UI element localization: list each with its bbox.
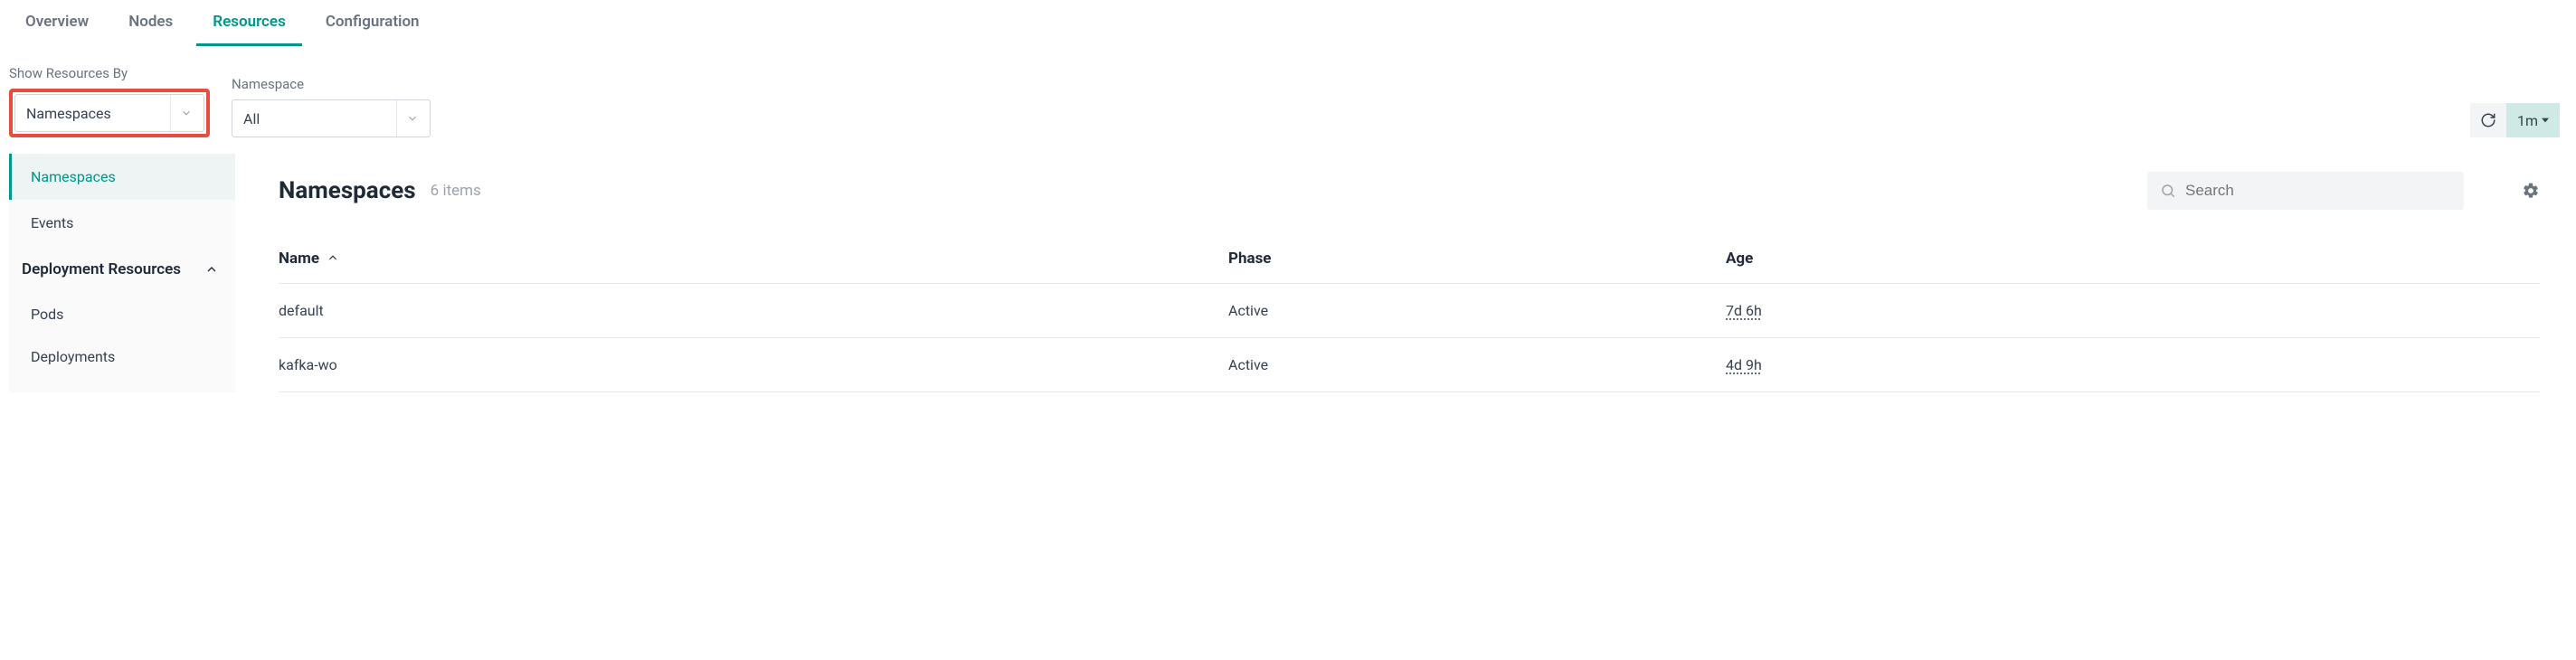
cell-phase: Active bbox=[1228, 337, 1726, 391]
cell-name: default bbox=[279, 283, 1228, 337]
highlight-box: Namespaces bbox=[9, 89, 210, 137]
main-area: Namespaces Events Deployment Resources P… bbox=[0, 154, 2576, 392]
tab-resources[interactable]: Resources bbox=[196, 0, 302, 46]
show-by-value: Namespaces bbox=[26, 105, 111, 122]
settings-button[interactable] bbox=[2522, 182, 2540, 200]
namespace-select[interactable]: All bbox=[232, 99, 431, 137]
sidebar-item-events[interactable]: Events bbox=[9, 200, 235, 246]
search-icon bbox=[2160, 183, 2176, 199]
sidebar: Namespaces Events Deployment Resources P… bbox=[9, 154, 235, 392]
column-header-phase[interactable]: Phase bbox=[1228, 235, 1726, 283]
caret-down-icon bbox=[2542, 117, 2549, 124]
refresh-icon bbox=[2480, 112, 2496, 128]
cell-name: kafka-wo bbox=[279, 337, 1228, 391]
chevron-up-icon bbox=[204, 262, 219, 277]
filter-namespace-group: Namespace All bbox=[232, 76, 431, 137]
chevron-down-icon bbox=[170, 95, 193, 131]
sidebar-group-deployment-resources[interactable]: Deployment Resources bbox=[9, 246, 235, 293]
refresh-interval-value: 1m bbox=[2517, 112, 2538, 129]
gear-icon bbox=[2522, 182, 2540, 200]
show-by-select[interactable]: Namespaces bbox=[14, 94, 204, 132]
namespace-value: All bbox=[243, 110, 260, 127]
cell-age: 7d 6h bbox=[1726, 283, 2540, 337]
sidebar-group-label: Deployment Resources bbox=[22, 260, 181, 278]
sidebar-item-namespaces[interactable]: Namespaces bbox=[9, 154, 235, 200]
cell-age: 4d 9h bbox=[1726, 337, 2540, 391]
page-title: Namespaces bbox=[279, 177, 416, 204]
item-count: 6 items bbox=[431, 182, 481, 200]
filter-show-by-label: Show Resources By bbox=[9, 65, 210, 81]
table-row[interactable]: kafka-wo Active 4d 9h bbox=[279, 337, 2540, 391]
column-header-age[interactable]: Age bbox=[1726, 235, 2540, 283]
filters-row: Show Resources By Namespaces Namespace A… bbox=[0, 47, 2576, 154]
column-header-name[interactable]: Name bbox=[279, 235, 1228, 283]
sort-asc-icon bbox=[327, 250, 339, 269]
content: Namespaces 6 items Name bbox=[235, 154, 2576, 392]
search-input[interactable] bbox=[2185, 182, 2451, 200]
refresh-interval-select[interactable]: 1m bbox=[2506, 103, 2560, 137]
column-header-name-label: Name bbox=[279, 250, 319, 268]
filter-namespace-label: Namespace bbox=[232, 76, 431, 92]
cell-phase: Active bbox=[1228, 283, 1726, 337]
refresh-controls: 1m bbox=[2470, 103, 2567, 137]
table-row[interactable]: default Active 7d 6h bbox=[279, 283, 2540, 337]
tab-configuration[interactable]: Configuration bbox=[309, 0, 436, 46]
tab-overview[interactable]: Overview bbox=[9, 0, 105, 46]
main-tabs: Overview Nodes Resources Configuration bbox=[0, 0, 2576, 47]
tab-nodes[interactable]: Nodes bbox=[112, 0, 189, 46]
content-header: Namespaces 6 items bbox=[279, 172, 2540, 210]
namespaces-table: Name Phase Age default Active 7d 6h ka bbox=[279, 235, 2540, 392]
filter-show-by-group: Show Resources By Namespaces bbox=[9, 65, 210, 137]
chevron-down-icon bbox=[396, 100, 419, 137]
sidebar-item-pods[interactable]: Pods bbox=[9, 293, 235, 335]
search-box[interactable] bbox=[2147, 172, 2464, 210]
refresh-button[interactable] bbox=[2470, 103, 2506, 137]
sidebar-item-deployments[interactable]: Deployments bbox=[9, 335, 235, 378]
